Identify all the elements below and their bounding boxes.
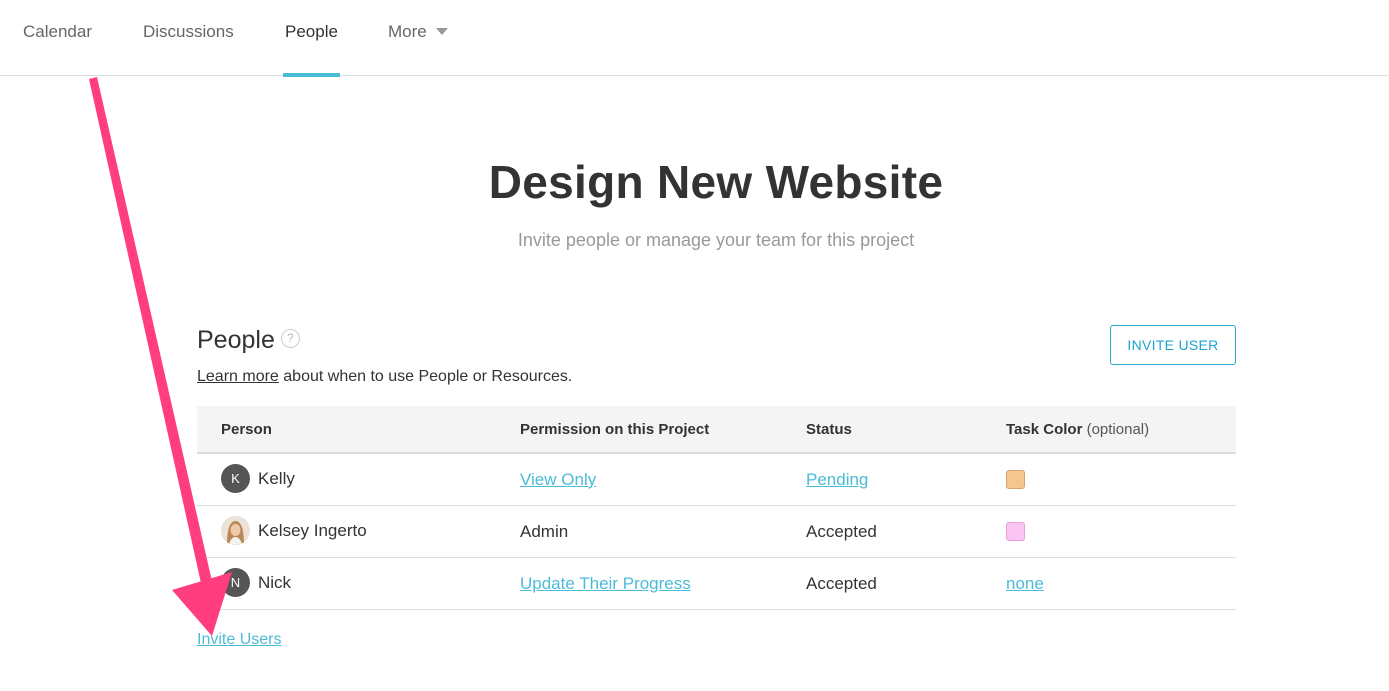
section-title-label: People	[197, 326, 275, 354]
task-color-label: Task Color	[1006, 421, 1083, 438]
person-name: Kelly	[258, 468, 295, 488]
table-header: Person Permission on this Project Status…	[197, 406, 1236, 454]
person-cell: K Kelly	[221, 464, 295, 493]
column-header-status: Status	[806, 421, 852, 438]
tab-calendar[interactable]: Calendar	[23, 0, 92, 76]
tab-more[interactable]: More	[388, 0, 448, 76]
learn-more-link[interactable]: Learn more	[197, 368, 279, 385]
task-color-none-link[interactable]: none	[1006, 574, 1044, 594]
section-title: People?	[197, 326, 300, 355]
person-name: Nick	[258, 572, 292, 592]
learn-more-description: about when to use People or Resources.	[278, 368, 573, 385]
avatar-photo	[221, 516, 250, 545]
permission-link[interactable]: View Only	[520, 470, 596, 490]
people-table: Person Permission on this Project Status…	[197, 406, 1236, 610]
caret-down-icon	[435, 28, 448, 36]
page-subtitle: Invite people or manage your team for th…	[517, 230, 915, 250]
table-row: K Kelly View Only Pending	[197, 454, 1236, 506]
column-header-person: Person	[221, 421, 272, 438]
permission-text: Admin	[520, 522, 569, 541]
tab-more-label: More	[388, 22, 427, 41]
avatar	[221, 516, 250, 545]
task-color-swatch[interactable]	[1006, 522, 1025, 541]
person-cell: Kelsey Ingerto	[221, 516, 367, 545]
invite-user-button[interactable]: INVITE USER	[1110, 325, 1236, 365]
task-color-optional-note: (optional)	[1086, 421, 1150, 438]
table-row: N Nick Update Their Progress Accepted no…	[197, 558, 1236, 610]
person-name: Kelsey Ingerto	[258, 520, 367, 540]
task-color-swatch[interactable]	[1006, 470, 1025, 489]
person-cell: N Nick	[221, 568, 291, 597]
status-link[interactable]: Pending	[806, 470, 868, 490]
avatar: K	[221, 464, 250, 493]
learn-more-text: Learn more about when to use People or R…	[197, 368, 572, 386]
status-text: Accepted	[806, 522, 877, 541]
question-circle-icon[interactable]: ?	[280, 328, 300, 348]
invite-users-link[interactable]: Invite Users	[197, 631, 281, 649]
avatar: N	[221, 568, 250, 597]
status-text: Accepted	[806, 574, 877, 593]
page-title: Design New Website	[488, 156, 944, 208]
tab-discussions[interactable]: Discussions	[143, 0, 234, 76]
column-header-permission: Permission on this Project	[520, 421, 710, 438]
column-header-task-color: Task Color (optional)	[1006, 421, 1149, 438]
tab-people[interactable]: People	[283, 0, 340, 77]
permission-link[interactable]: Update Their Progress	[520, 574, 691, 594]
top-nav: Calendar Discussions People More	[0, 0, 1389, 77]
table-row: Kelsey Ingerto Admin Accepted	[197, 506, 1236, 558]
